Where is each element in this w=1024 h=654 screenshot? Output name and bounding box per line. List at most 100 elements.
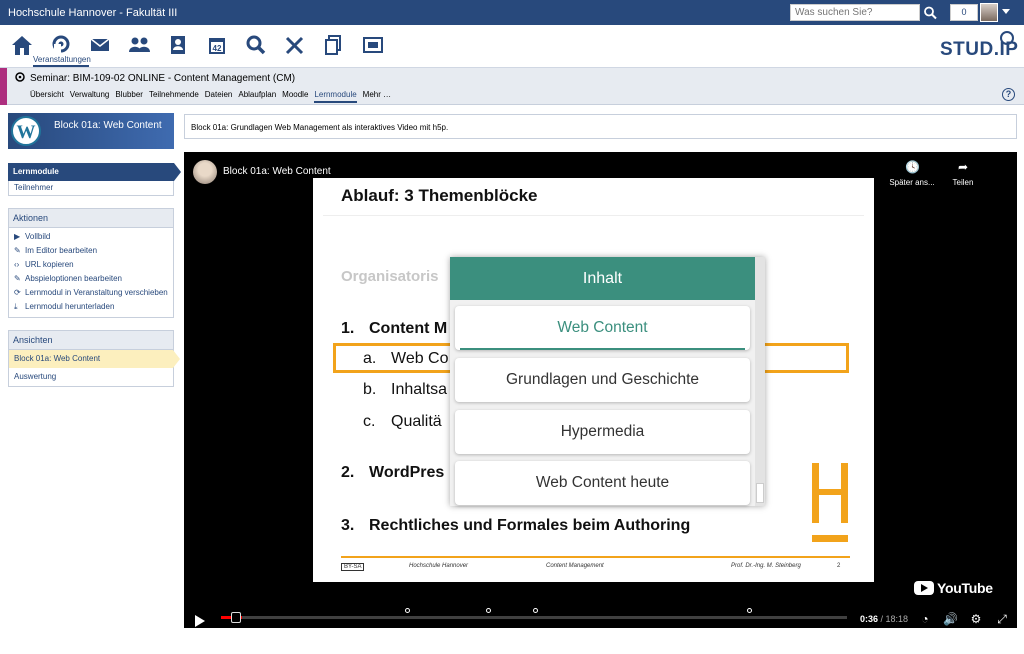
community-icon[interactable]: [126, 33, 152, 57]
tools-icon[interactable]: [282, 33, 308, 57]
video-player[interactable]: Block 01a: Web Content 🕓 Später ans... ➦ T…: [184, 152, 1017, 628]
video-title[interactable]: Block 01a: Web Content: [223, 166, 331, 177]
license-badge: BY-SA: [341, 563, 365, 571]
slide-list-text: Content M: [369, 320, 448, 337]
tab-teilnehmende[interactable]: Teilnehmende: [149, 90, 199, 103]
course-context-bar: Seminar: BIM-109-02 ONLINE - Content Man…: [0, 68, 1024, 105]
panel-scroll-thumb[interactable]: [756, 483, 764, 503]
action-label: Abspieloptionen bearbeiten: [25, 274, 122, 283]
action-edit-in-editor[interactable]: ✎ Im Editor bearbeiten: [9, 244, 173, 258]
slide-title: Ablauf: 3 Themenblöcke: [341, 186, 538, 205]
actions-box: Aktionen ▶ Vollbild ✎ Im Editor bearbeiten…: [8, 208, 174, 318]
view-label: Block 01a: Web Content: [14, 354, 101, 363]
svg-text:42: 42: [213, 44, 222, 53]
tab-verwaltung[interactable]: Verwaltung: [70, 90, 110, 103]
slide-faded-text: Organisatoris: [341, 268, 439, 285]
chapter-web-content[interactable]: Web Content: [455, 306, 750, 350]
notification-counter[interactable]: 0: [950, 4, 978, 21]
tab-ablaufplan[interactable]: Ablaufplan: [238, 90, 276, 103]
channel-avatar[interactable]: [193, 160, 217, 184]
calendar-icon[interactable]: 42: [204, 33, 230, 57]
action-fullscreen[interactable]: ▶ Vollbild: [9, 230, 173, 244]
slide-list-letter: b.: [363, 381, 377, 398]
chapter-hypermedia[interactable]: Hypermedia: [455, 410, 750, 454]
action-download-module[interactable]: ⤓ Lernmodul herunterladen: [9, 300, 173, 314]
action-label: Im Editor bearbeiten: [25, 246, 98, 255]
tab-uebersicht[interactable]: Übersicht: [30, 90, 64, 103]
admin-icon[interactable]: [360, 33, 386, 57]
action-playback-options[interactable]: ✎ Abspieloptionen bearbeiten: [9, 272, 173, 286]
tab-moodle[interactable]: Moodle: [282, 90, 308, 103]
home-icon[interactable]: [9, 33, 35, 57]
search-icon[interactable]: [243, 33, 269, 57]
search-button[interactable]: [922, 4, 938, 21]
nav-active-label[interactable]: Veranstaltungen: [33, 55, 91, 64]
module-header: Block 01a: Web Content: [8, 113, 174, 149]
sidebar: Block 01a: Web Content Lernmodule Teilne…: [8, 113, 181, 387]
speed-gauge-icon[interactable]: ◔: [918, 612, 932, 626]
watch-later-label: Später ans...: [889, 178, 935, 187]
tab-mehr[interactable]: Mehr …: [363, 90, 391, 103]
slide-list-text: WordPres: [369, 464, 445, 481]
footer-author: Prof. Dr.-Ing. M. Steinberg: [731, 563, 801, 569]
slide-list-text: Qualitä: [391, 413, 442, 430]
fullscreen-icon[interactable]: ⤢: [995, 612, 1009, 626]
module-title: Block 01a: Web Content: [54, 120, 162, 131]
course-color-stripe: [0, 68, 7, 105]
content-navigation-panel: Inhalt Web Content Grundlagen und Geschi…: [450, 257, 765, 506]
youtube-logo[interactable]: YouTube: [914, 580, 993, 596]
code-icon: ‹›: [14, 260, 20, 269]
search-input[interactable]: [790, 4, 920, 21]
help-button[interactable]: ?: [1002, 88, 1015, 101]
youtube-label: YouTube: [937, 580, 993, 596]
action-label: URL kopieren: [25, 260, 74, 269]
view-auswertung[interactable]: Auswertung: [9, 368, 173, 386]
volume-icon[interactable]: 🔊: [943, 612, 958, 626]
panel-scrollbar[interactable]: [755, 257, 765, 506]
slide-list-text: Inhaltsa: [391, 381, 448, 398]
action-label: Lernmodul in Veranstaltung verschieben: [25, 288, 168, 297]
action-move-module[interactable]: ⟳ Lernmodul in Veranstaltung verschieben: [9, 286, 173, 300]
view-block-01a[interactable]: Block 01a: Web Content: [9, 350, 180, 368]
slide-list-number: 2.: [341, 464, 355, 481]
tab-blubber[interactable]: Blubber: [115, 90, 143, 103]
slide-list-letter: c.: [363, 413, 376, 430]
profile-icon[interactable]: [165, 33, 191, 57]
time-display: 0:36 / 18:18: [860, 614, 908, 624]
slide-list-text: Rechtliches und Formales beim Authoring: [369, 517, 691, 534]
courses-icon[interactable]: [48, 33, 74, 57]
settings-gear-icon[interactable]: ⚙: [969, 612, 983, 626]
views-heading: Ansichten: [9, 331, 173, 350]
action-copy-url[interactable]: ‹› URL kopieren: [9, 258, 173, 272]
share-label: Teilen: [952, 178, 974, 187]
views-box: Ansichten Block 01a: Web Content Auswert…: [8, 330, 180, 387]
download-icon: ⤓: [14, 302, 18, 311]
module-description: Block 01a: Grundlagen Web Management als…: [184, 114, 1017, 139]
chapter-web-content-heute[interactable]: Web Content heute: [455, 461, 750, 505]
tab-lernmodule[interactable]: Lernmodule: [314, 90, 357, 103]
logo-ring-icon: [1000, 31, 1014, 45]
course-title: Seminar: BIM-109-02 ONLINE - Content Man…: [30, 73, 296, 84]
sidebar-item-teilnehmer[interactable]: Teilnehmer: [8, 181, 174, 196]
slide-page-number: 2: [837, 563, 841, 569]
slide-list-number: 3.: [341, 517, 355, 534]
slide-divider: [323, 215, 864, 216]
top-bar: Hochschule Hannover - Fakultät III 0: [0, 0, 1024, 25]
avatar[interactable]: [980, 3, 998, 22]
mail-icon[interactable]: [87, 33, 113, 57]
chevron-down-icon[interactable]: [1002, 9, 1010, 14]
chapter-grundlagen[interactable]: Grundlagen und Geschichte: [455, 358, 750, 402]
edit-icon: ✎: [14, 274, 21, 283]
footer-course: Content Management: [546, 563, 604, 569]
actions-heading: Aktionen: [9, 209, 173, 228]
sidebar-item-lernmodule[interactable]: Lernmodule: [8, 163, 181, 181]
tab-dateien[interactable]: Dateien: [205, 90, 233, 103]
play-icon[interactable]: [195, 615, 205, 627]
hochschule-h-logo: [812, 463, 848, 542]
share-icon: ➦: [957, 160, 969, 174]
footer-org: Hochschule Hannover: [409, 563, 469, 569]
files-icon[interactable]: [321, 33, 347, 57]
share-button[interactable]: ➦ Teilen: [933, 160, 993, 187]
youtube-play-icon: [914, 581, 934, 595]
action-label: Lernmodul herunterladen: [25, 302, 115, 311]
